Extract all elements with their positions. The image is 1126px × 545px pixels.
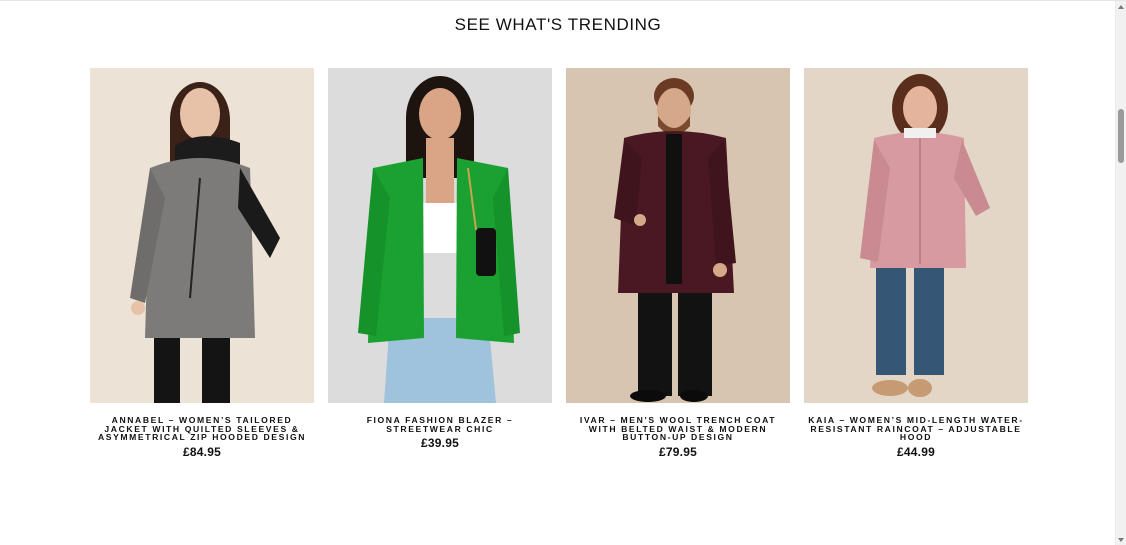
product-card[interactable]: Kaia – Women’s Mid-Length Water-Resistan… bbox=[804, 68, 1028, 459]
product-price: £79.95 bbox=[659, 445, 697, 460]
product-image[interactable] bbox=[804, 68, 1028, 403]
product-price: £44.99 bbox=[897, 445, 935, 460]
product-title[interactable]: Kaia – Women’s Mid-Length Water-Resistan… bbox=[804, 416, 1028, 442]
product-card[interactable]: Fiona Fashion Blazer – Streetwear Chic £… bbox=[328, 68, 552, 459]
product-image[interactable] bbox=[90, 68, 314, 403]
product-image[interactable] bbox=[566, 68, 790, 403]
product-price: £84.95 bbox=[183, 445, 221, 460]
product-title[interactable]: Ivar – Men’s Wool Trench Coat with Belte… bbox=[566, 416, 790, 442]
product-title[interactable]: Fiona Fashion Blazer – Streetwear Chic bbox=[328, 416, 552, 434]
product-card[interactable]: Ivar – Men’s Wool Trench Coat with Belte… bbox=[566, 68, 790, 459]
section-title: SEE WHAT'S TRENDING bbox=[454, 15, 662, 34]
trending-section: SEE WHAT'S TRENDING ANNABEL – WOMEN’S TA… bbox=[0, 0, 1126, 545]
product-title[interactable]: Annabel – Women’s Tailored Jacket with Q… bbox=[90, 416, 314, 442]
product-image[interactable] bbox=[328, 68, 552, 403]
scroll-thumb[interactable] bbox=[1118, 109, 1124, 163]
product-card[interactable]: Annabel – Women’s Tailored Jacket with Q… bbox=[90, 68, 314, 459]
vertical-scrollbar[interactable] bbox=[1115, 1, 1126, 545]
scroll-up-arrow-icon[interactable] bbox=[1118, 5, 1124, 9]
product-price: £39.95 bbox=[421, 436, 459, 451]
scroll-down-arrow-icon[interactable] bbox=[1118, 538, 1124, 542]
product-grid: Annabel – Women’s Tailored Jacket with Q… bbox=[90, 68, 1028, 459]
